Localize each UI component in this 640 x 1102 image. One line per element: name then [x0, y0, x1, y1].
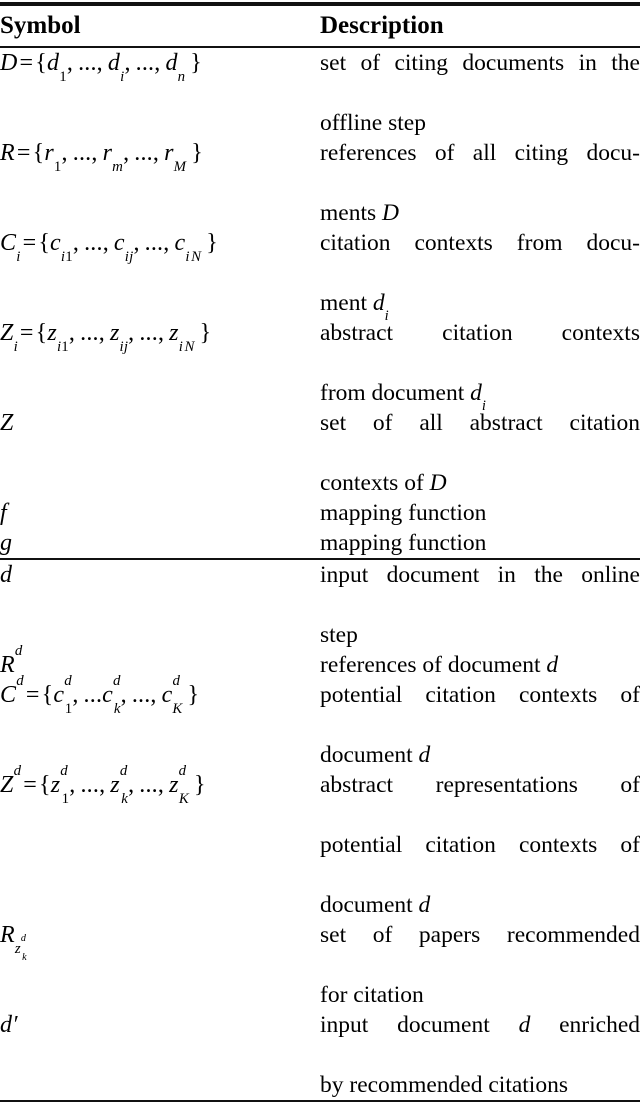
table-row: R={r1, ..., rm, ..., rM } references of … [0, 138, 640, 228]
table-row: d input document in the online step [0, 560, 640, 650]
row-description-Cd: potential citation contexts of document … [320, 680, 640, 770]
desc-line: by recommended citations [320, 1072, 568, 1098]
formula-Ci: Ci={ci1, ..., cij, ..., ci N } [0, 230, 218, 265]
desc-text: references of document [320, 652, 547, 678]
formula-d: d [0, 562, 13, 588]
desc-text: contexts of [320, 470, 430, 496]
row-symbol-Ci: Ci={ci1, ..., cij, ..., ci N } [0, 228, 320, 318]
desc-line: citation contexts from docu- [320, 230, 640, 256]
table-row: Cd={cd1, ...cdk, ..., cdK } potential ci… [0, 673, 640, 770]
desc-line: potential citation contexts of [320, 682, 640, 708]
table-row: Ci={ci1, ..., cij, ..., ci N } citation … [0, 228, 640, 325]
desc-line: set of all abstract citation [320, 410, 640, 436]
row-symbol-Cd: Cd={cd1, ...cdk, ..., cdK } [0, 673, 320, 770]
row-description-D: set of citing documents in the offline s… [320, 48, 640, 138]
desc-line: references of all citing docu- [320, 140, 640, 166]
symbol-description-table: Symbol Description D={d1, ..., di, ..., … [0, 2, 640, 1102]
desc-text: document [320, 892, 419, 918]
desc-math: d [518, 1012, 531, 1038]
table-row: Z set of all abstract citation contexts … [0, 408, 640, 498]
row-description-Ci: citation contexts from docu- ment di [320, 228, 640, 325]
formula-Cd: Cd={cd1, ...cdk, ..., cdK } [0, 673, 200, 717]
desc-math: d [546, 652, 559, 678]
desc-line: ment di [320, 288, 640, 325]
desc-math: D [429, 470, 447, 496]
desc-line: abstract citation contexts [320, 320, 640, 346]
desc-math: d [418, 892, 431, 918]
formula-D: D={d1, ..., di, ..., dn } [0, 50, 203, 85]
desc-line: ments D [320, 198, 640, 228]
desc-line: abstract representations of [320, 772, 640, 798]
table-row: Zi={zi1, ..., zij, ..., zi N } abstract … [0, 318, 640, 415]
row-description-dprime: input document d enriched by recommended… [320, 1010, 640, 1100]
column-header-symbol: Symbol [0, 12, 81, 39]
row-symbol-g: g [0, 528, 320, 558]
desc-line: mapping function [320, 500, 487, 526]
desc-line: set of citing documents in the [320, 50, 640, 76]
desc-text: ment [320, 290, 373, 316]
table-row: d′ input document d enriched by recommen… [0, 1010, 640, 1100]
desc-line: step [320, 622, 358, 648]
formula-Zd: Zd={zd1, ..., zdk, ..., zdK } [0, 763, 206, 807]
table-header-row: Symbol Description [0, 6, 640, 46]
row-symbol-Rzdk: Rzdk [0, 920, 320, 1010]
desc-text: enriched [530, 1012, 640, 1038]
row-description-Zd: abstract representations of potential ci… [320, 770, 640, 920]
row-symbol-d: d [0, 560, 320, 650]
row-symbol-R: R={r1, ..., rm, ..., rM } [0, 138, 320, 228]
desc-line: potential citation contexts of [320, 832, 640, 858]
desc-line: for citation [320, 982, 424, 1008]
desc-line: input document in the online [320, 562, 640, 588]
desc-line: set of papers recommended [320, 922, 640, 948]
column-header-description: Description [320, 12, 444, 39]
desc-line: references of document d [320, 650, 640, 680]
desc-math: D [382, 200, 399, 226]
formula-Z: Z [0, 410, 14, 436]
desc-line: contexts of D [320, 468, 640, 498]
formula-R: R={r1, ..., rm, ..., rM } [0, 140, 203, 175]
desc-line: offline step [320, 110, 426, 136]
desc-line: from document di [320, 378, 640, 415]
desc-text: ments [320, 200, 383, 226]
desc-math: di [372, 290, 389, 325]
table-body-offline: D={d1, ..., di, ..., dn } set of citing … [0, 48, 640, 558]
row-symbol-Rd: Rd [0, 644, 320, 680]
row-symbol-Zd: Zd={zd1, ..., zdk, ..., zdK } [0, 763, 320, 920]
desc-math: di [470, 380, 486, 415]
desc-line: document d [320, 890, 640, 920]
row-symbol-Z: Z [0, 408, 320, 498]
table-row: g mapping function [0, 528, 640, 558]
row-symbol-Zi: Zi={zi1, ..., zij, ..., zi N } [0, 318, 320, 408]
row-symbol-dprime: d′ [0, 1010, 320, 1100]
row-description-f: mapping function [320, 498, 640, 528]
row-symbol-f: f [0, 498, 320, 528]
table: Symbol Description [0, 6, 640, 46]
row-description-Z: set of all abstract citation contexts of… [320, 408, 640, 498]
row-description-d: input document in the online step [320, 560, 640, 650]
table-body-online: d input document in the online step Rd r… [0, 560, 640, 1100]
row-symbol-D: D={d1, ..., di, ..., dn } [0, 48, 320, 138]
formula-dprime: d′ [0, 1012, 18, 1038]
table-row: D={d1, ..., di, ..., dn } set of citing … [0, 48, 640, 138]
table-row: f mapping function [0, 498, 640, 528]
row-description-R: references of all citing docu- ments D [320, 138, 640, 228]
table-row: Rd references of document d [0, 644, 640, 680]
table-row: Rzdk set of papers recommended for citat… [0, 920, 640, 1010]
table-row: Zd={zd1, ..., zdk, ..., zdK } abstract r… [0, 763, 640, 920]
desc-line: input document d enriched [320, 1010, 640, 1070]
row-description-Zi: abstract citation contexts from document… [320, 318, 640, 415]
desc-text: document [320, 742, 419, 768]
row-description-Rd: references of document d [320, 650, 640, 680]
desc-text: input document [320, 1012, 519, 1038]
row-description-g: mapping function [320, 528, 640, 558]
formula-g: g [0, 530, 13, 556]
formula-f: f [0, 500, 7, 526]
desc-math: d [418, 742, 431, 768]
desc-text: from document [320, 380, 471, 406]
desc-line: document d [320, 740, 640, 770]
desc-line: mapping function [320, 530, 487, 556]
formula-Zi: Zi={zi1, ..., zij, ..., zi N } [0, 320, 212, 355]
formula-Rzdk: Rzdk [0, 922, 27, 963]
row-description-Rzdk: set of papers recommended for citation [320, 920, 640, 1010]
